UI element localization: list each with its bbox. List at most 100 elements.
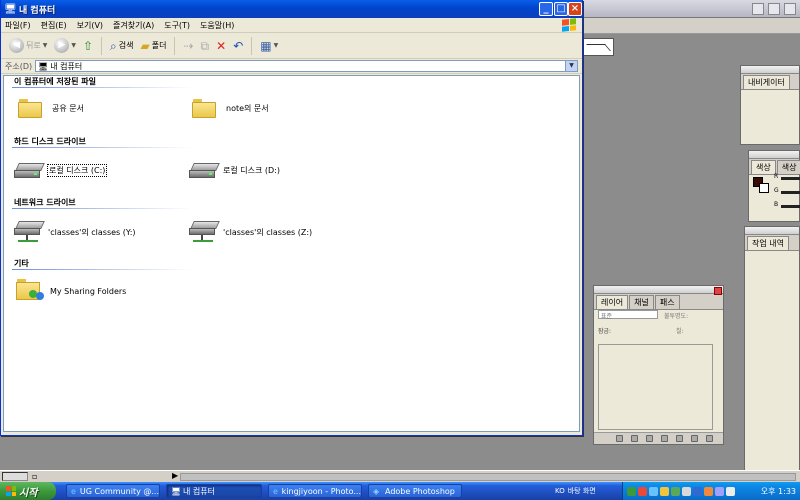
link-icon[interactable] xyxy=(616,435,623,442)
opacity-label: 불투명도: xyxy=(664,313,689,320)
panel-title-bar[interactable] xyxy=(749,151,799,159)
tab-navigator[interactable]: 내비게이터 xyxy=(743,75,790,89)
tab-color[interactable]: 색상 xyxy=(751,160,776,174)
background-color-swatch[interactable] xyxy=(759,183,769,193)
move-to-button[interactable]: ⇢ xyxy=(181,36,195,56)
green-slider[interactable] xyxy=(781,191,800,194)
chevron-down-icon[interactable]: ▼ xyxy=(565,61,577,71)
network-icon[interactable] xyxy=(627,486,636,496)
panel-title-bar[interactable] xyxy=(745,227,799,235)
taskbar-item-photoshop[interactable]: ◈ Adobe Photoshop xyxy=(368,484,462,498)
list-item[interactable]: 'classes'의 classes (Z:) xyxy=(189,220,312,244)
photoshop-icon: ◈ xyxy=(373,486,380,496)
file-view[interactable]: 이 컴퓨터에 저장된 파일 공유 문서 note의 문서 하드 디스크 드라이브… xyxy=(3,75,580,432)
up-button[interactable]: ⇧ xyxy=(81,36,95,56)
search-label: 검색 xyxy=(118,41,134,50)
tab-paths[interactable]: 패스 xyxy=(654,295,680,309)
group-header-network-drives: 네트워크 드라이브 xyxy=(14,198,76,207)
list-item[interactable]: 로컬 디스크 (D:) xyxy=(189,161,280,179)
forward-button[interactable]: ▶ ▼ xyxy=(52,36,78,56)
tray-app-icon[interactable] xyxy=(704,486,713,496)
messenger-icon[interactable] xyxy=(649,486,658,496)
menu-favorites[interactable]: 즐겨찾기(A) xyxy=(113,20,154,31)
taskbar-item-kingjiyoon[interactable]: e kingjiyoon - Photo... xyxy=(268,484,362,498)
photoshop-options-bar xyxy=(582,18,800,34)
minimize-icon[interactable] xyxy=(752,3,764,15)
tray-app-icon[interactable] xyxy=(671,486,680,496)
tray-app-icon[interactable] xyxy=(715,486,724,496)
list-item[interactable]: note의 문서 xyxy=(192,98,269,118)
tab-layers[interactable]: 레이어 xyxy=(596,295,629,309)
address-label: 주소(D) xyxy=(5,61,33,71)
tray-app-icon[interactable] xyxy=(660,486,669,496)
security-icon[interactable] xyxy=(638,486,647,496)
tab-history[interactable]: 작업 내역 xyxy=(747,236,789,250)
close-icon[interactable] xyxy=(784,3,796,15)
ie-icon: e xyxy=(71,486,76,496)
close-icon[interactable] xyxy=(714,287,722,295)
menu-edit[interactable]: 편집(E) xyxy=(41,20,67,31)
trash-icon[interactable] xyxy=(706,435,713,442)
language-indicator[interactable]: KO xyxy=(555,487,565,495)
task-label: kingjiyoon - Photo... xyxy=(281,486,361,496)
menu-tools[interactable]: 도구(T) xyxy=(164,20,190,31)
chevron-down-icon[interactable]: ▼ xyxy=(274,42,279,49)
tab-swatches[interactable]: 색상 xyxy=(776,160,800,174)
zoom-field[interactable] xyxy=(2,472,28,481)
blend-mode-select[interactable]: 표준 xyxy=(598,310,658,320)
chevron-down-icon[interactable]: ▼ xyxy=(43,42,48,49)
red-slider[interactable] xyxy=(781,177,800,180)
my-computer-icon: 🖥 xyxy=(171,486,182,496)
hard-drive-icon xyxy=(14,161,45,179)
search-button[interactable]: ⌕ 검색 xyxy=(108,36,135,56)
new-group-icon[interactable] xyxy=(676,435,683,442)
menu-view[interactable]: 보기(V) xyxy=(77,20,103,31)
minimize-button[interactable]: _ xyxy=(539,2,553,16)
horizontal-scrollbar[interactable] xyxy=(180,473,796,481)
clock[interactable]: 오후 1:33 xyxy=(761,486,796,497)
start-button[interactable]: 시작 xyxy=(0,482,56,500)
folders-button[interactable]: ▰ 폴더 xyxy=(139,36,169,56)
tab-channels[interactable]: 채널 xyxy=(629,295,654,309)
address-field[interactable]: 🖥 내 컴퓨터 ▼ xyxy=(35,60,578,72)
group-divider xyxy=(12,269,192,270)
delete-button[interactable]: ✕ xyxy=(214,36,228,56)
tray-app-icon[interactable] xyxy=(682,486,691,496)
list-item[interactable]: My Sharing Folders xyxy=(16,278,126,304)
tray-app-icon[interactable] xyxy=(693,486,702,496)
group-divider xyxy=(12,87,192,88)
item-label: My Sharing Folders xyxy=(50,286,127,296)
item-label: 'classes'의 classes (Z:) xyxy=(223,227,313,237)
list-item[interactable]: 공유 문서 xyxy=(18,98,84,118)
maximize-button[interactable]: □ xyxy=(554,2,568,16)
title-bar[interactable]: 🖥 내 컴퓨터 _ □ × xyxy=(1,0,582,18)
blue-slider[interactable] xyxy=(781,205,800,208)
mask-icon[interactable] xyxy=(646,435,653,442)
layer-list[interactable] xyxy=(598,344,713,430)
back-button[interactable]: ◀ 뒤로 ▼ xyxy=(7,36,49,56)
layer-style-icon[interactable] xyxy=(631,435,638,442)
adjustment-icon[interactable] xyxy=(661,435,668,442)
copy-to-button[interactable]: ⧉ xyxy=(199,36,212,56)
list-item[interactable]: 'classes'의 classes (Y:) xyxy=(14,220,136,244)
taskbar-item-ug-community[interactable]: e UG Community @... xyxy=(66,484,160,498)
menu-file[interactable]: 파일(F) xyxy=(5,20,31,31)
new-layer-icon[interactable] xyxy=(691,435,698,442)
brush-preset-picker[interactable] xyxy=(582,38,614,56)
panel-title-bar[interactable] xyxy=(741,66,799,74)
menu-help[interactable]: 도움말(H) xyxy=(200,20,234,31)
maximize-icon[interactable] xyxy=(768,3,780,15)
close-button[interactable]: × xyxy=(568,2,582,16)
undo-button[interactable]: ↶ xyxy=(231,36,245,56)
panel-title-bar[interactable] xyxy=(594,286,723,294)
photoshop-title-bar xyxy=(582,0,800,18)
status-menu-arrow-icon[interactable]: ▶ xyxy=(172,471,178,480)
taskbar-item-my-computer[interactable]: 🖥 내 컴퓨터 xyxy=(166,484,262,498)
volume-icon[interactable] xyxy=(726,486,735,496)
chevron-down-icon[interactable]: ▼ xyxy=(71,42,76,49)
list-item[interactable]: 로컬 디스크 (C:) xyxy=(14,161,108,179)
views-button[interactable]: ▦ ▼ xyxy=(258,36,280,56)
standard-toolbar: ◀ 뒤로 ▼ ▶ ▼ ⇧ ⌕ 검색 ▰ 폴더 ⇢ ⧉ ✕ ↶ ▦ ▼ xyxy=(1,33,582,59)
address-value: 내 컴퓨터 xyxy=(50,61,83,71)
desktop-toolbar-label[interactable]: 바탕 화면 xyxy=(568,486,596,496)
